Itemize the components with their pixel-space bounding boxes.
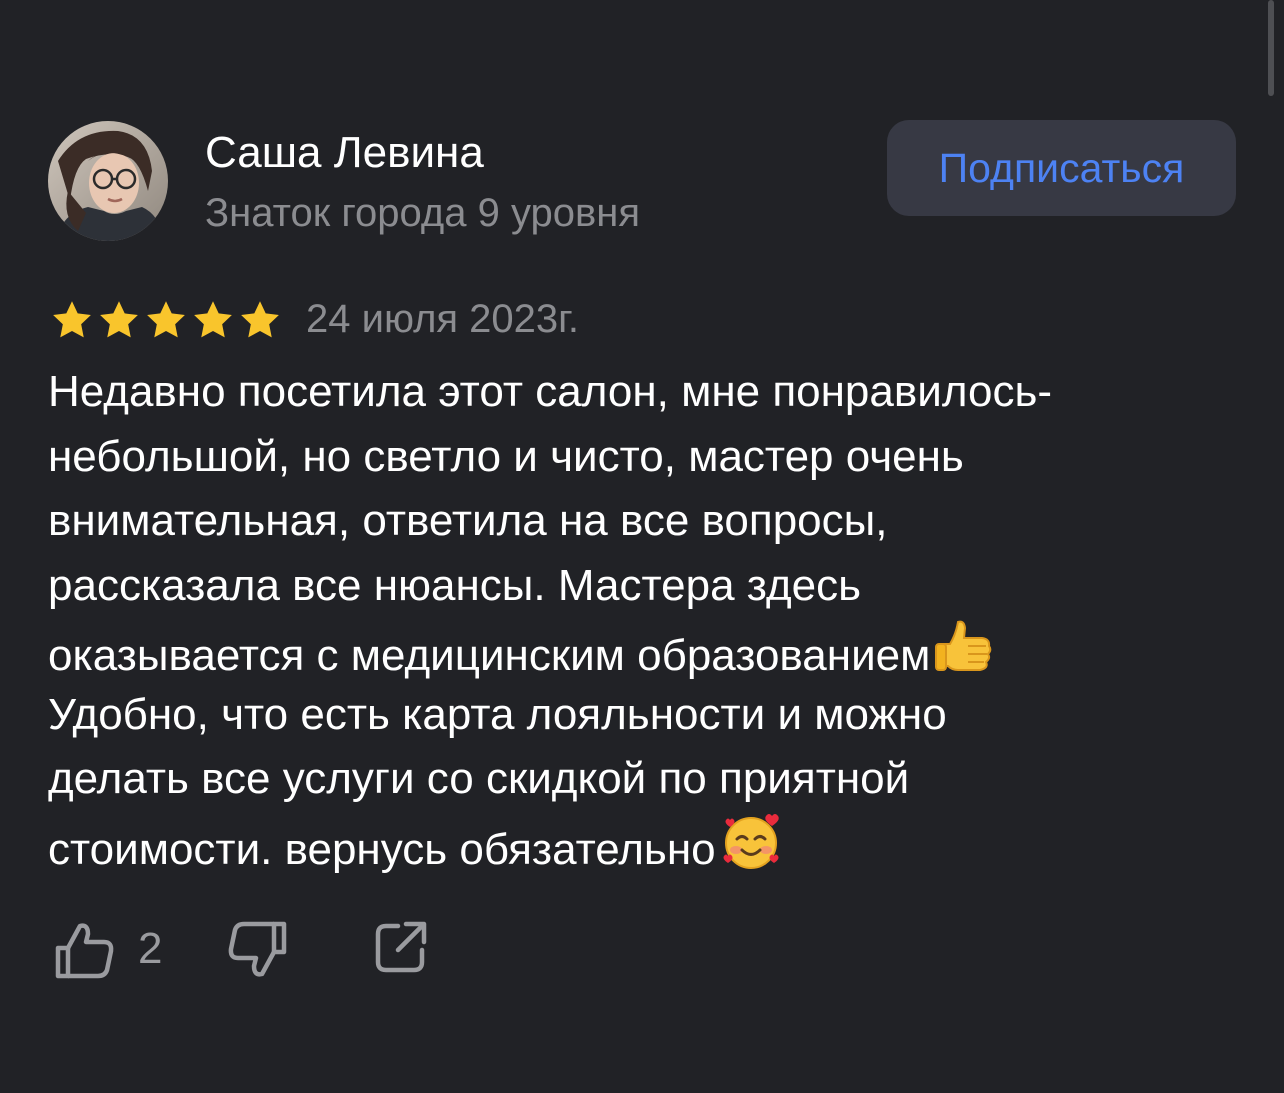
star-icon: [53, 301, 91, 338]
review-line: внимательная, ответила на все вопросы,: [48, 496, 888, 545]
star-icon: [100, 301, 138, 338]
avatar[interactable]: [48, 121, 168, 241]
review-line: Недавно посетила этот салон, мне понрави…: [48, 367, 1053, 416]
review-line: делать все услуги со скидкой по приятной: [48, 754, 910, 803]
star-icon: [147, 301, 185, 338]
smiling-face-with-hearts-emoji: [723, 813, 779, 869]
review-line-with-emoji: оказывается с медицинским образованием: [48, 618, 1238, 683]
rating-stars: [50, 294, 285, 346]
review-line-text: оказывается с медицинским образованием: [48, 631, 931, 680]
review-line-with-emoji: стоимости. вернусь обязательно: [48, 812, 1238, 877]
review-line: небольшой, но светло и чисто, мастер оче…: [48, 431, 964, 481]
share-icon: [375, 921, 427, 973]
dislike-button[interactable]: [228, 918, 292, 982]
scrollbar[interactable]: [1268, 0, 1274, 96]
author-level: Знаток города 9 уровня: [205, 191, 641, 235]
star-icon: [194, 301, 232, 338]
subscribe-button[interactable]: Подписаться: [887, 120, 1236, 216]
like-button[interactable]: 2: [54, 918, 182, 982]
review-line-text: стоимости. вернусь обязательно: [48, 824, 716, 874]
like-count: 2: [138, 924, 163, 973]
review-text: Недавно посетила этот салон, мне понрави…: [48, 360, 1238, 876]
review-line: рассказала все нюансы. Мастера здесь: [48, 560, 862, 610]
review-date: 24 июля 2023г.: [306, 297, 579, 341]
thumbs-down-outline-icon: [228, 921, 287, 977]
thumbs-up-emoji: [935, 620, 992, 671]
review-line: Удобно, что есть карта лояльности и можн…: [48, 689, 947, 739]
star-icon: [241, 301, 279, 338]
user-photo-icon: [48, 121, 168, 241]
thumbs-up-outline-icon: [55, 923, 114, 979]
author-name[interactable]: Саша Левина: [205, 126, 484, 180]
share-button[interactable]: [372, 918, 436, 982]
